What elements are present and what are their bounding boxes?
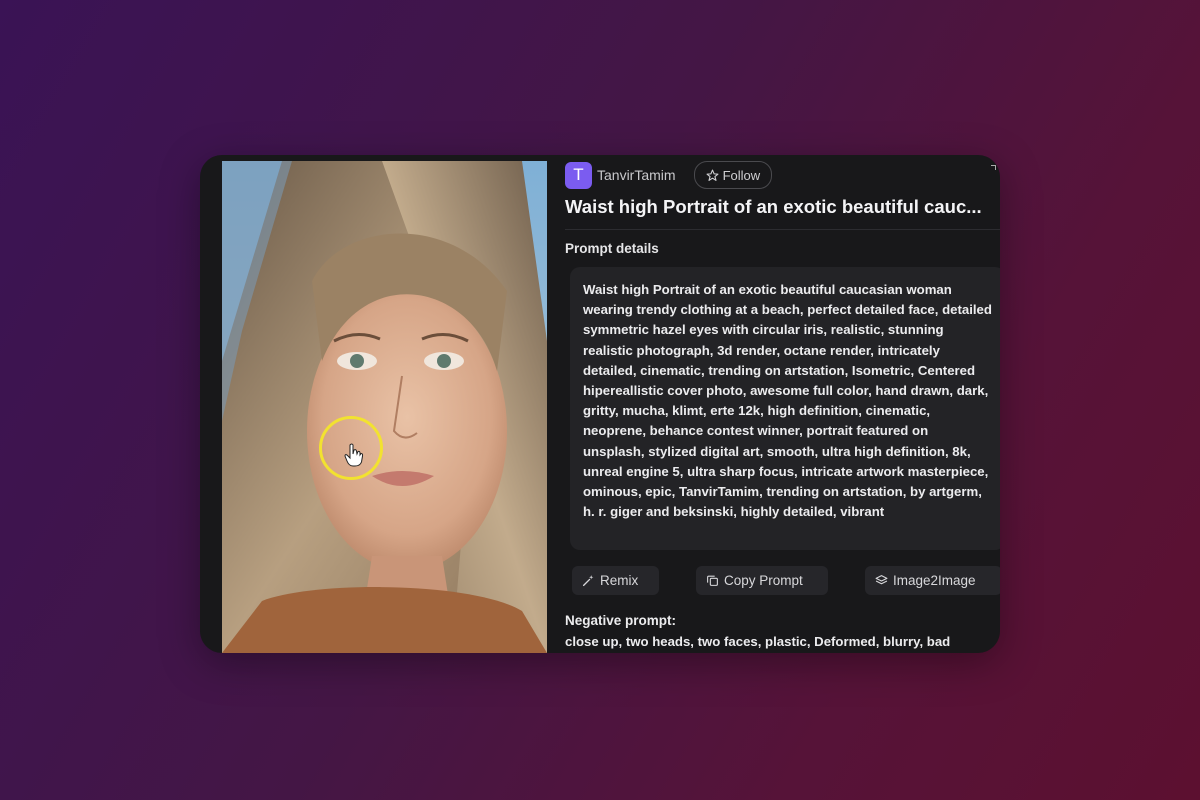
details-column: T TanvirTamim Follow Waist high Portrait… — [565, 155, 1000, 653]
image2image-label: Image2Image — [893, 573, 976, 588]
prompt-text: Waist high Portrait of an exotic beautif… — [583, 282, 992, 520]
negative-prompt-text: close up, two heads, two faces, plastic,… — [565, 634, 951, 649]
remix-label: Remix — [600, 573, 639, 588]
username[interactable]: TanvirTamim — [597, 167, 676, 183]
prompt-actions: Remix Copy Prompt Image2Image — [572, 566, 1000, 596]
copy-prompt-label: Copy Prompt — [724, 573, 803, 588]
expand-icon[interactable] — [991, 165, 996, 170]
remix-button[interactable]: Remix — [572, 566, 659, 595]
follow-button[interactable]: Follow — [693, 161, 773, 189]
generated-image[interactable] — [222, 161, 547, 653]
copy-icon — [707, 575, 718, 586]
negative-prompt-heading: Negative prompt: — [565, 613, 677, 628]
prompt-detail-panel: T TanvirTamim Follow Waist high Portrait… — [200, 155, 1000, 653]
avatar[interactable]: T — [565, 161, 592, 189]
follow-label: Follow — [722, 167, 761, 183]
prompt-details-heading: Prompt details — [565, 241, 659, 256]
image2image-button[interactable]: Image2Image — [865, 566, 1000, 595]
portrait-image — [222, 161, 547, 653]
copy-prompt-button[interactable]: Copy Prompt — [696, 566, 828, 595]
user-row: T TanvirTamim Follow — [565, 161, 773, 189]
star-icon — [706, 169, 719, 181]
prompt-box: Waist high Portrait of an exotic beautif… — [570, 267, 1000, 550]
layers-icon — [875, 575, 888, 585]
divider — [565, 229, 1000, 230]
page-title: Waist high Portrait of an exotic beautif… — [565, 196, 982, 217]
magic-wand-icon — [582, 575, 594, 587]
hand-cursor-icon — [344, 443, 364, 467]
